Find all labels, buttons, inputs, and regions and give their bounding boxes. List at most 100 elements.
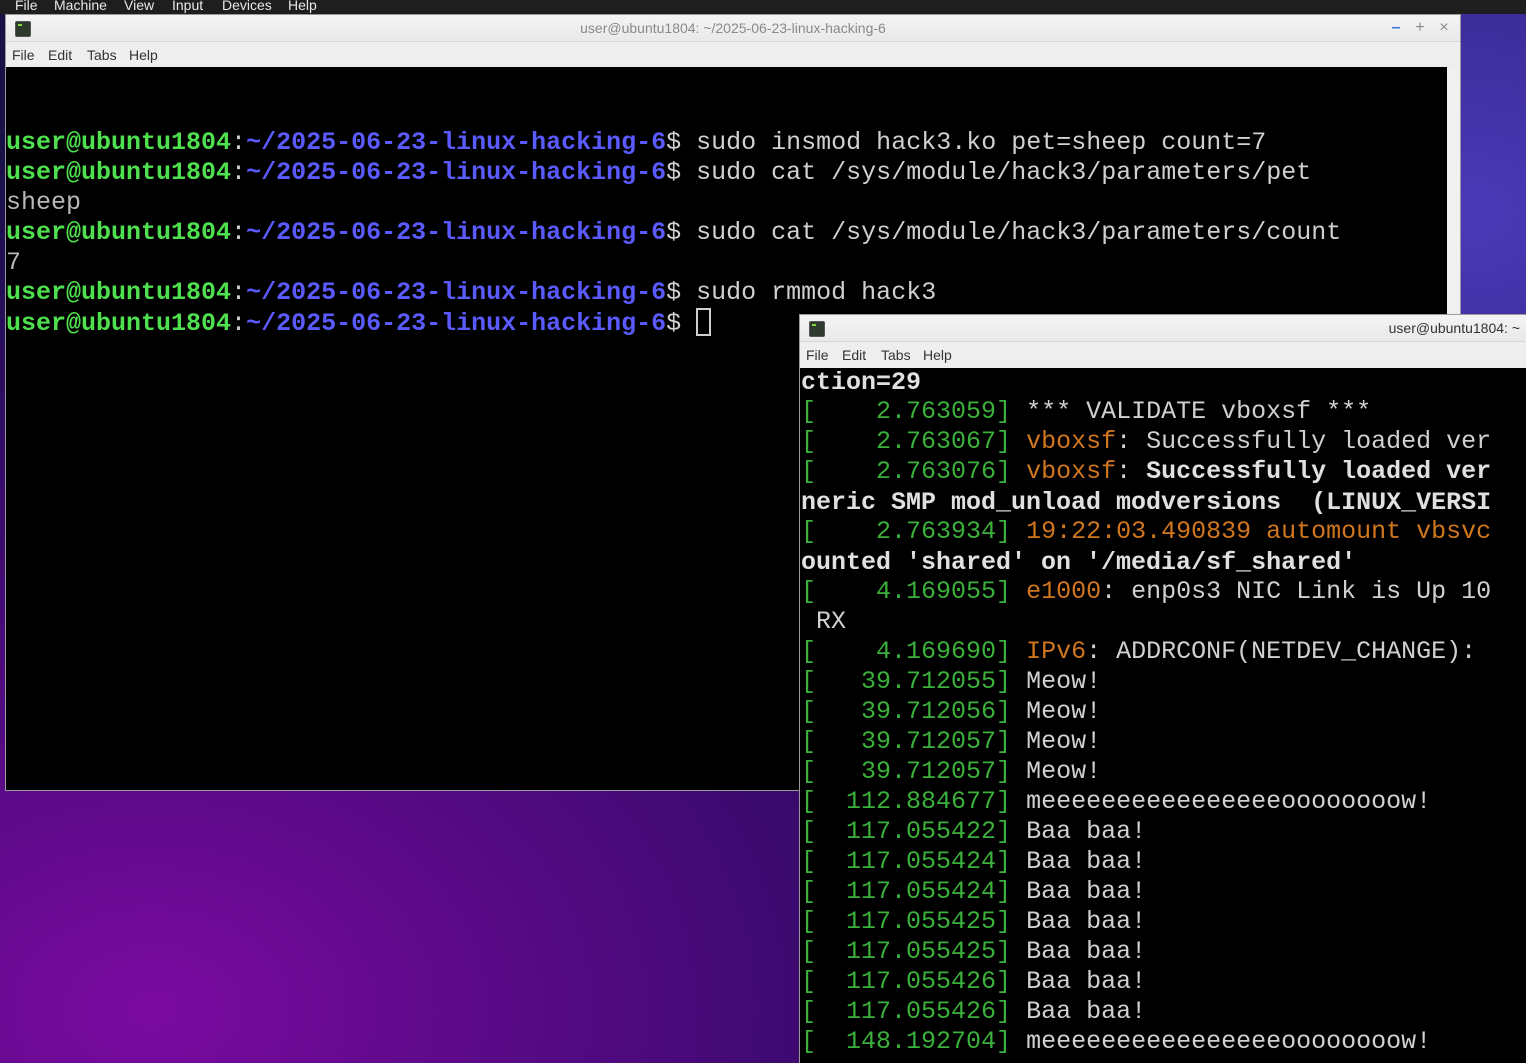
log-message: ADDRCONF(NETDEV_CHANGE): (1116, 637, 1477, 666)
log-timestamp: 2.763934 (816, 517, 997, 546)
prompt-path: ~/2025-06-23-linux-hacking-6 (246, 278, 667, 307)
log-line: neric SMP mod_unload modversions (LINUX_… (801, 488, 1492, 517)
window-titlebar[interactable]: user@ubuntu1804: ~ (800, 315, 1526, 342)
log-line: [ 2.763059] *** VALIDATE vboxsf *** (801, 397, 1372, 426)
log-message: enp0s3 NIC Link is Up 10 (1131, 577, 1492, 606)
log-timestamp: 117.055424 (816, 847, 997, 876)
prompt-line: user@ubuntu1804:~/2025-06-23-linux-hacki… (6, 278, 937, 307)
log-timestamp: 117.055425 (816, 907, 997, 936)
menu-tabs[interactable]: Tabs (87, 42, 117, 68)
vm-menu-devices[interactable]: Devices (222, 0, 272, 14)
log-message: meeeeeeeeeeeeeeeeoooooooow! (1026, 1027, 1432, 1056)
command-text: sudo rmmod hack3 (696, 278, 937, 307)
log-message: Successfully loaded ver (1146, 427, 1492, 456)
log-timestamp: 4.169690 (816, 637, 997, 666)
log-message: Baa baa! (1026, 907, 1147, 936)
prompt-symbol: $ (666, 158, 697, 187)
window-titlebar[interactable]: user@ubuntu1804: ~/2025-06-23-linux-hack… (6, 15, 1460, 42)
log-message: Baa baa! (1026, 967, 1147, 996)
log-source: vboxsf (1026, 427, 1117, 456)
log-timestamp: 4.169055 (816, 577, 997, 606)
log-message: Baa baa! (1026, 997, 1147, 1026)
log-message: Baa baa! (1026, 877, 1147, 906)
vm-menu-help[interactable]: Help (288, 0, 317, 14)
prompt-user: user@ubuntu1804 (6, 278, 232, 307)
log-timestamp: 148.192704 (816, 1027, 997, 1056)
log-message: meeeeeeeeeeeeeeeeoooooooow! (1026, 787, 1432, 816)
log-timestamp: 39.712056 (816, 697, 997, 726)
prompt-path: ~/2025-06-23-linux-hacking-6 (246, 128, 667, 157)
prompt-line: user@ubuntu1804:~/2025-06-23-linux-hacki… (6, 218, 1342, 247)
menu-edit[interactable]: Edit (842, 342, 866, 368)
log-timestamp: 39.712055 (816, 667, 997, 696)
vm-menu-machine[interactable]: Machine (54, 0, 107, 14)
vm-menubar: File Machine View Input Devices Help (0, 0, 1526, 14)
prompt-user: user@ubuntu1804 (6, 309, 232, 338)
log-line: [ 117.055424] Baa baa! (801, 847, 1147, 876)
vm-menu-view[interactable]: View (124, 0, 154, 14)
output-line: 7 (6, 248, 22, 277)
maximize-icon[interactable]: + (1411, 15, 1429, 41)
window-title: user@ubuntu1804: ~ (1388, 320, 1520, 336)
window-menubar: File Edit Tabs Help (6, 42, 1460, 68)
log-line: [ 2.763076] vboxsf: Successfully loaded … (801, 457, 1492, 486)
log-line: [ 39.712057] Meow! (801, 727, 1102, 756)
log-timestamp: 117.055424 (816, 877, 997, 906)
command-text: sudo cat /sys/module/hack3/parameters/pe… (696, 158, 1312, 187)
log-message: Meow! (1026, 727, 1102, 756)
prompt-line: user@ubuntu1804:~/2025-06-23-linux-hacki… (6, 158, 1312, 187)
prompt-line-current: user@ubuntu1804:~/2025-06-23-linux-hacki… (6, 308, 712, 338)
prompt-path: ~/2025-06-23-linux-hacking-6 (246, 309, 667, 338)
log-line: RX (801, 607, 847, 636)
terminal-window-dmesg[interactable]: user@ubuntu1804: ~ File Edit Tabs Help c… (800, 315, 1526, 1063)
minimize-icon[interactable]: – (1387, 15, 1405, 41)
log-line: [ 117.055424] Baa baa! (801, 877, 1147, 906)
command-text: sudo cat /sys/module/hack3/parameters/co… (696, 218, 1342, 247)
prompt-symbol: $ (666, 309, 697, 338)
log-source: e1000 (1026, 577, 1102, 606)
output-line: sheep (6, 188, 82, 217)
prompt-path: ~/2025-06-23-linux-hacking-6 (246, 218, 667, 247)
log-line: [ 117.055426] Baa baa! (801, 967, 1147, 996)
log-line: [ 117.055422] Baa baa! (801, 817, 1147, 846)
log-timestamp: 117.055426 (816, 967, 997, 996)
log-message: *** VALIDATE vboxsf *** (1026, 397, 1372, 426)
log-message: Baa baa! (1026, 817, 1147, 846)
log-line: [ 39.712055] Meow! (801, 667, 1102, 696)
prompt-user: user@ubuntu1804 (6, 158, 232, 187)
log-timestamp: 2.763067 (816, 427, 997, 456)
log-line: [ 39.712056] Meow! (801, 697, 1102, 726)
log-message: Meow! (1026, 757, 1102, 786)
prompt-symbol: $ (666, 128, 697, 157)
log-timestamp: 2.763059 (816, 397, 997, 426)
prompt-symbol: $ (666, 278, 697, 307)
command-text: sudo insmod hack3.ko pet=sheep count=7 (696, 128, 1267, 157)
log-timestamp: 39.712057 (816, 757, 997, 786)
log-line: [ 2.763934] 19:22:03.490839 automount vb… (801, 517, 1492, 546)
log-line: [ 117.055426] Baa baa! (801, 997, 1147, 1026)
menu-help[interactable]: Help (923, 342, 952, 368)
prompt-line: user@ubuntu1804:~/2025-06-23-linux-hacki… (6, 128, 1267, 157)
vm-menu-input[interactable]: Input (172, 0, 203, 14)
terminal-output[interactable]: ction=29 [ 2.763059] *** VALIDATE vboxsf… (801, 368, 1526, 1063)
menu-file[interactable]: File (12, 42, 35, 68)
log-line: [ 2.763067] vboxsf: Successfully loaded … (801, 427, 1492, 456)
log-line: [ 112.884677] meeeeeeeeeeeeeeeeoooooooow… (801, 787, 1432, 816)
log-message: Successfully loaded ver (1146, 457, 1492, 486)
vm-menu-file[interactable]: File (15, 0, 38, 14)
menu-tabs[interactable]: Tabs (881, 342, 911, 368)
log-message: Baa baa! (1026, 937, 1147, 966)
log-timestamp: 117.055425 (816, 937, 997, 966)
log-message: 19:22:03.490839 automount vbsvc (1026, 517, 1492, 546)
log-source: vboxsf (1026, 457, 1117, 486)
menu-help[interactable]: Help (129, 42, 158, 68)
log-line: [ 4.169055] e1000: enp0s3 NIC Link is Up… (801, 577, 1492, 606)
menu-edit[interactable]: Edit (48, 42, 72, 68)
text-cursor (696, 308, 712, 336)
close-icon[interactable]: × (1435, 15, 1453, 41)
menu-file[interactable]: File (806, 342, 829, 368)
log-message: Meow! (1026, 667, 1102, 696)
log-timestamp: 112.884677 (816, 787, 997, 816)
log-line: [ 117.055425] Baa baa! (801, 907, 1147, 936)
log-timestamp: 117.055426 (816, 997, 997, 1026)
